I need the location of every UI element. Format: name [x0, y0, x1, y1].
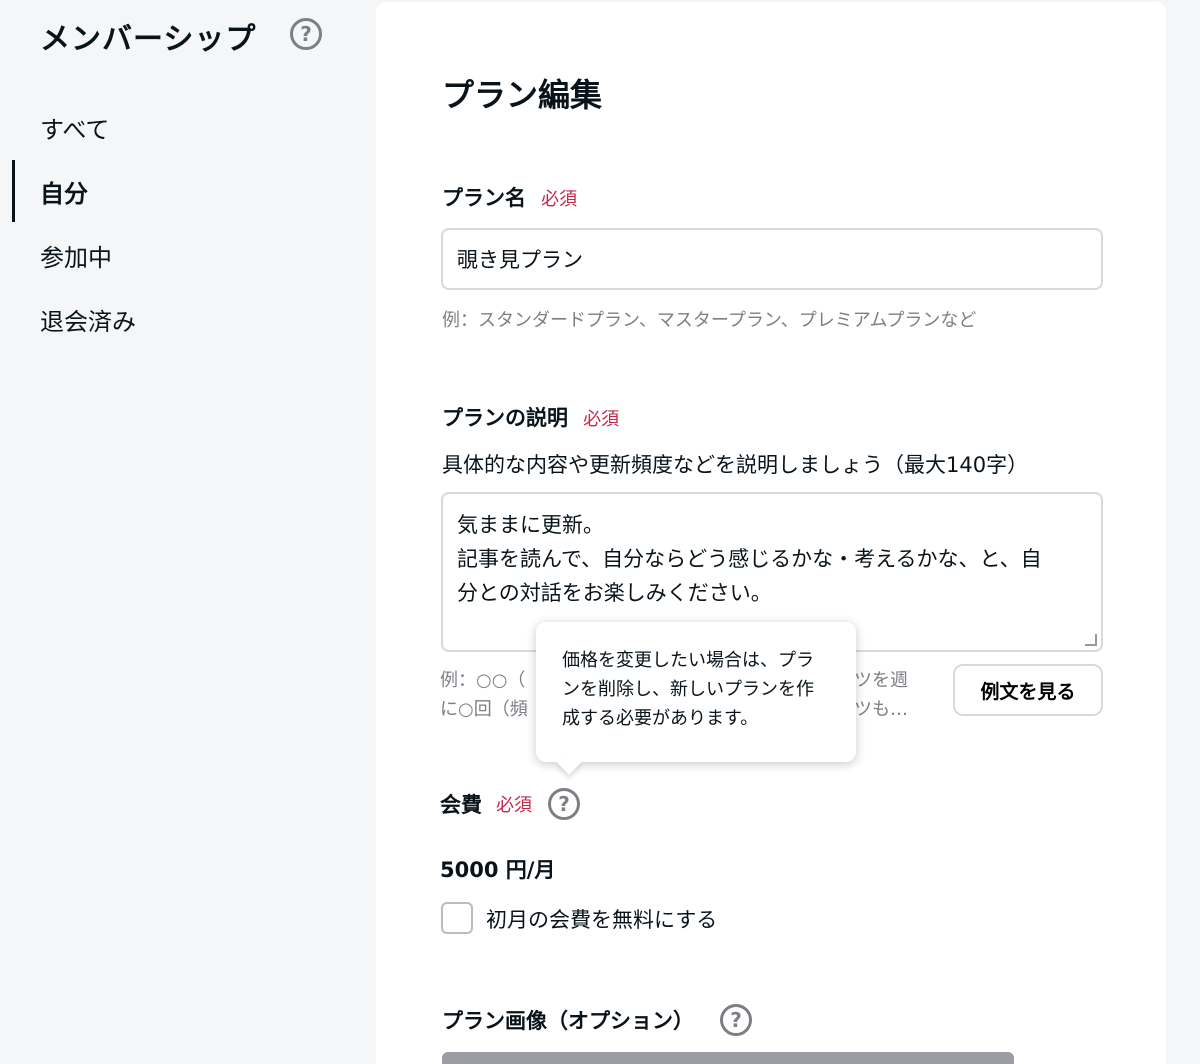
price-change-tooltip: 価格を変更したい場合は、プラ ンを削除し、新しいプランを作 成する必要があります…	[536, 622, 856, 775]
hint-line: ツも…	[854, 699, 908, 720]
textarea-line: 記事を読んで、自分ならどう感じるかな・考えるかな、と、自	[457, 547, 1042, 571]
plan-description-help: 具体的な内容や更新頻度などを説明しましょう（最大140字）	[442, 453, 1029, 477]
sidebar-item-joined[interactable]: 参加中	[40, 238, 112, 273]
plan-name-label-row: プラン名 必須	[442, 182, 577, 212]
plan-image-label: プラン画像（オプション）	[442, 1009, 694, 1033]
required-badge: 必須	[496, 795, 532, 816]
active-indicator	[12, 160, 15, 222]
plan-image-label-row: プラン画像（オプション） ?	[442, 1004, 752, 1036]
tooltip-arrow	[556, 749, 582, 775]
fee-label: 会費	[440, 793, 482, 817]
fee-price: 5000 円/月	[440, 858, 556, 882]
show-example-button[interactable]: 例文を見る	[953, 664, 1103, 716]
plan-edit-card: プラン編集 プラン名 必須 覗き見プラン 例：スタンダードプラン、マスタープラン…	[376, 2, 1166, 1064]
hint-line: ツを週	[854, 670, 908, 691]
first-month-free-checkbox[interactable]	[441, 902, 473, 934]
fee-help-icon[interactable]: ?	[548, 788, 580, 820]
hint-line: に○回（頻	[440, 699, 528, 720]
textarea-line: 気ままに更新。	[457, 513, 604, 537]
fee-label-row: 会費 必須 ?	[440, 788, 580, 820]
tooltip-line: ンを削除し、新しいプランを作	[562, 679, 814, 700]
tooltip-line: 価格を変更したい場合は、プラ	[562, 650, 814, 671]
resize-handle-icon[interactable]	[1085, 634, 1097, 646]
plan-description-label-row: プランの説明 必須	[442, 402, 619, 432]
plan-image-help-icon[interactable]: ?	[720, 1004, 752, 1036]
tooltip-line: 成する必要があります。	[562, 708, 759, 729]
hint-line: 例：○○（	[440, 670, 526, 691]
plan-image-placeholder[interactable]	[442, 1052, 1014, 1064]
textarea-line: 分との対話をお楽しみください。	[457, 581, 772, 605]
sidebar-item-all[interactable]: すべて	[40, 110, 109, 145]
plan-description-hint: 例：○○（ に○回（頻	[440, 666, 528, 724]
sidebar: メンバーシップ ? すべて 自分 参加中 退会済み	[0, 0, 370, 1064]
page-title: プラン編集	[442, 76, 603, 114]
first-month-free-label[interactable]: 初月の会費を無料にする	[486, 904, 717, 934]
required-badge: 必須	[583, 409, 620, 430]
plan-name-input[interactable]: 覗き見プラン	[441, 228, 1103, 290]
plan-name-label: プラン名	[442, 186, 526, 210]
required-badge: 必須	[541, 189, 578, 210]
plan-description-hint-tail: ツを週 ツも…	[854, 666, 908, 724]
sidebar-item-withdrawn[interactable]: 退会済み	[40, 302, 136, 337]
plan-description-label: プランの説明	[442, 406, 568, 430]
sidebar-item-mine[interactable]: 自分	[40, 174, 88, 209]
help-icon[interactable]: ?	[290, 18, 322, 50]
plan-name-hint: 例：スタンダードプラン、マスタープラン、プレミアムプランなど	[442, 310, 977, 331]
sidebar-title: メンバーシップ	[40, 22, 257, 57]
